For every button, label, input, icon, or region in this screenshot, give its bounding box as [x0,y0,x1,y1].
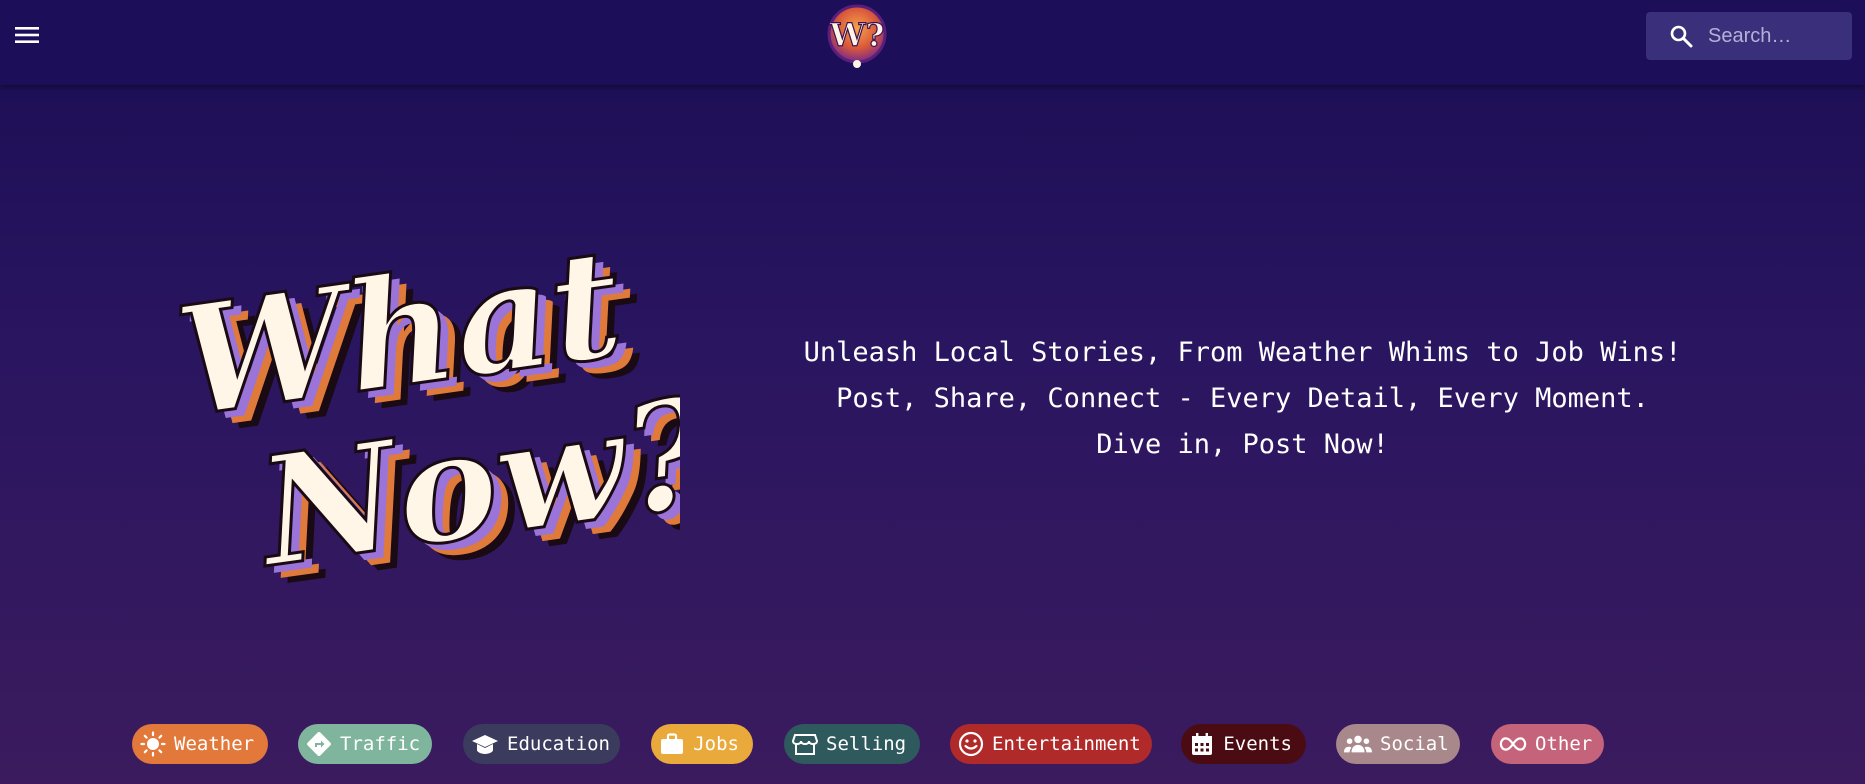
search-icon [1668,23,1694,49]
chip-label: Selling [826,733,907,755]
people-icon [1344,730,1372,758]
top-app-bar: W? [0,0,1865,85]
category-chip-events[interactable]: Events [1181,724,1306,764]
category-chip-education[interactable]: Education [463,724,620,764]
search-input[interactable] [1706,23,1850,49]
category-chip-traffic[interactable]: Traffic [298,724,432,764]
chip-label: Events [1223,733,1292,755]
category-chip-weather[interactable]: Weather [132,724,268,764]
what-now-logotype: What What What What Now? Now? Now? Now? [160,213,748,618]
logo-text: W? [829,16,885,54]
chip-label: Social [1380,733,1449,755]
menu-button[interactable] [10,18,44,52]
storefront-icon [792,730,818,758]
sun-icon [140,730,166,758]
tagline-line-3: Dive in, Post Now! [1096,429,1389,460]
chip-label: Weather [174,733,255,755]
category-chip-entertainment[interactable]: Entertainment [950,724,1152,764]
category-chip-jobs[interactable]: Jobs [651,724,753,764]
infinity-icon [1499,730,1527,758]
site-logo[interactable]: W? [827,2,887,70]
hamburger-menu-icon [15,27,39,43]
chip-label: Other [1535,733,1593,755]
category-chip-other[interactable]: Other [1491,724,1604,764]
category-chip-selling[interactable]: Selling [784,724,920,764]
hero-tagline: Unleash Local Stories, From Weather Whim… [700,330,1785,468]
briefcase-icon [659,730,685,758]
chip-label: Entertainment [992,733,1141,755]
graduation-cap-icon [471,730,499,758]
chip-label: Traffic [340,733,421,755]
category-chip-bar: Weather Traffic Education Jobs Selling E… [0,724,1865,764]
directions-icon [306,730,332,758]
tagline-line-2: Post, Share, Connect - Every Detail, Eve… [836,383,1649,414]
category-chip-social[interactable]: Social [1336,724,1460,764]
chip-label: Education [507,733,610,755]
search-box[interactable] [1646,12,1852,60]
calendar-icon [1189,730,1215,758]
tagline-line-1: Unleash Local Stories, From Weather Whim… [803,337,1682,368]
smiley-icon [958,730,984,758]
chip-label: Jobs [693,733,739,755]
